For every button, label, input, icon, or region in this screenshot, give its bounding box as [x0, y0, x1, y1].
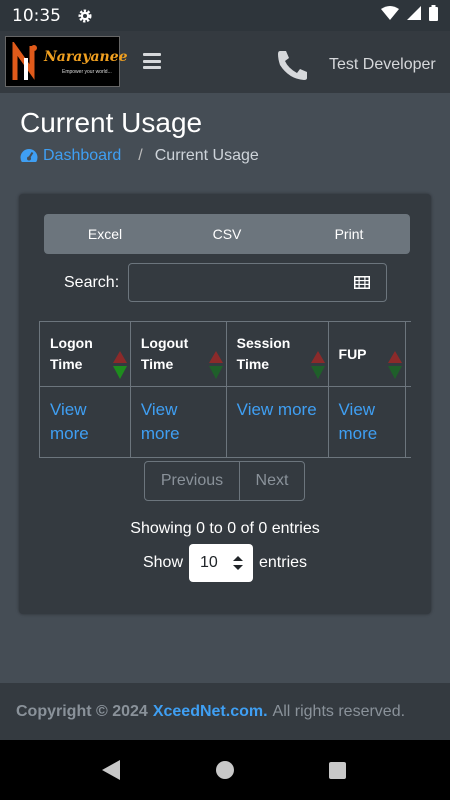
gear-icon: [77, 8, 93, 24]
status-bar: 10:35: [0, 0, 450, 31]
table-header-row: Logon Time Logout Time Session Time FUP: [39, 321, 411, 387]
breadcrumb-separator: /: [138, 147, 143, 164]
page-footer: Copyright © 2024 XceedNet.com. All right…: [0, 683, 450, 740]
copyright-text: Copyright © 2024: [16, 702, 148, 720]
logo-mark-icon: [12, 42, 37, 80]
entries-length-control: Show 10 entries: [19, 544, 431, 582]
column-header-logon-time[interactable]: Logon Time: [39, 321, 131, 387]
column-header-fup[interactable]: FUP: [327, 321, 407, 387]
export-button-group: Excel CSV Print: [44, 214, 410, 254]
pagination: Previous Next: [144, 461, 305, 501]
breadcrumb-home-label: Dashboard: [43, 147, 122, 164]
back-icon[interactable]: [102, 760, 120, 785]
user-name[interactable]: Test Developer: [329, 56, 436, 74]
view-more-link[interactable]: View more: [39, 386, 131, 458]
entries-select[interactable]: 10: [189, 544, 253, 582]
logo-tagline: Empower your world...: [62, 69, 112, 75]
column-header-session-time[interactable]: Session Time: [225, 321, 329, 387]
footer-brand-link[interactable]: XceedNet.com.: [153, 703, 268, 721]
brand-logo[interactable]: Narayanee Empower your world...: [5, 36, 128, 87]
header-line: Time: [140, 356, 174, 372]
table-row: View more View more View more View more: [39, 386, 411, 458]
sort-icon[interactable]: [310, 349, 325, 381]
header-line: Time: [236, 356, 270, 372]
usage-table: Logon Time Logout Time Session Time FUP …: [39, 321, 411, 458]
breadcrumb: Dashboard / Current Usage: [20, 147, 259, 165]
entries-label: entries: [259, 554, 308, 571]
view-more-link[interactable]: View more: [327, 386, 407, 458]
search-label: Search:: [64, 273, 120, 291]
logo-text: Narayanee: [44, 49, 128, 65]
home-icon[interactable]: [216, 761, 234, 779]
recents-icon[interactable]: [329, 762, 346, 779]
entries-select-value: 10: [200, 554, 218, 571]
sort-icon[interactable]: [208, 349, 223, 381]
header-line: Logout: [140, 335, 189, 351]
search-input[interactable]: [129, 264, 387, 301]
show-label: Show: [142, 554, 183, 571]
wifi-icon: [381, 6, 399, 25]
search-row: Search:: [64, 263, 388, 302]
sort-icon[interactable]: [112, 349, 127, 381]
header-line: Time: [50, 356, 83, 372]
print-button[interactable]: Print: [288, 214, 410, 254]
header-line: FUP: [338, 345, 367, 362]
system-navigation-bar: [0, 740, 450, 800]
usage-card: Excel CSV Print Search: Logon Time Logou…: [19, 194, 431, 614]
next-page-button[interactable]: Next: [240, 462, 304, 500]
phone-icon[interactable]: [277, 49, 309, 86]
header-line: Logon: [50, 335, 93, 351]
battery-icon: [429, 5, 438, 26]
excel-button[interactable]: Excel: [44, 214, 166, 254]
breadcrumb-current: Current Usage: [154, 147, 259, 164]
view-more-link[interactable]: View more: [225, 386, 329, 458]
footer-rights: All rights reserved.: [272, 702, 406, 720]
status-time: 10:35: [12, 5, 61, 26]
search-field[interactable]: [128, 263, 388, 302]
column-header-overflow: [405, 321, 411, 387]
csv-button[interactable]: CSV: [166, 214, 288, 254]
tachometer-icon: [20, 149, 38, 162]
select-arrows-icon: [233, 556, 243, 570]
sort-icon[interactable]: [388, 349, 403, 381]
top-navbar: Narayanee Empower your world... Test Dev…: [0, 31, 450, 93]
column-header-logout-time[interactable]: Logout Time: [129, 321, 227, 387]
table-cell-overflow: [405, 386, 411, 458]
hamburger-icon[interactable]: [143, 53, 161, 69]
breadcrumb-home[interactable]: Dashboard: [20, 147, 121, 165]
usage-table-wrapper[interactable]: Logon Time Logout Time Session Time FUP …: [39, 321, 411, 458]
header-line: Session: [236, 335, 291, 351]
table-info: Showing 0 to 0 of 0 entries: [130, 520, 320, 537]
view-more-link[interactable]: View more: [129, 386, 227, 458]
previous-page-button[interactable]: Previous: [145, 462, 240, 500]
page-title: Current Usage: [20, 107, 203, 138]
grid-keyboard-icon[interactable]: [354, 276, 371, 294]
signal-icon: [407, 6, 421, 25]
